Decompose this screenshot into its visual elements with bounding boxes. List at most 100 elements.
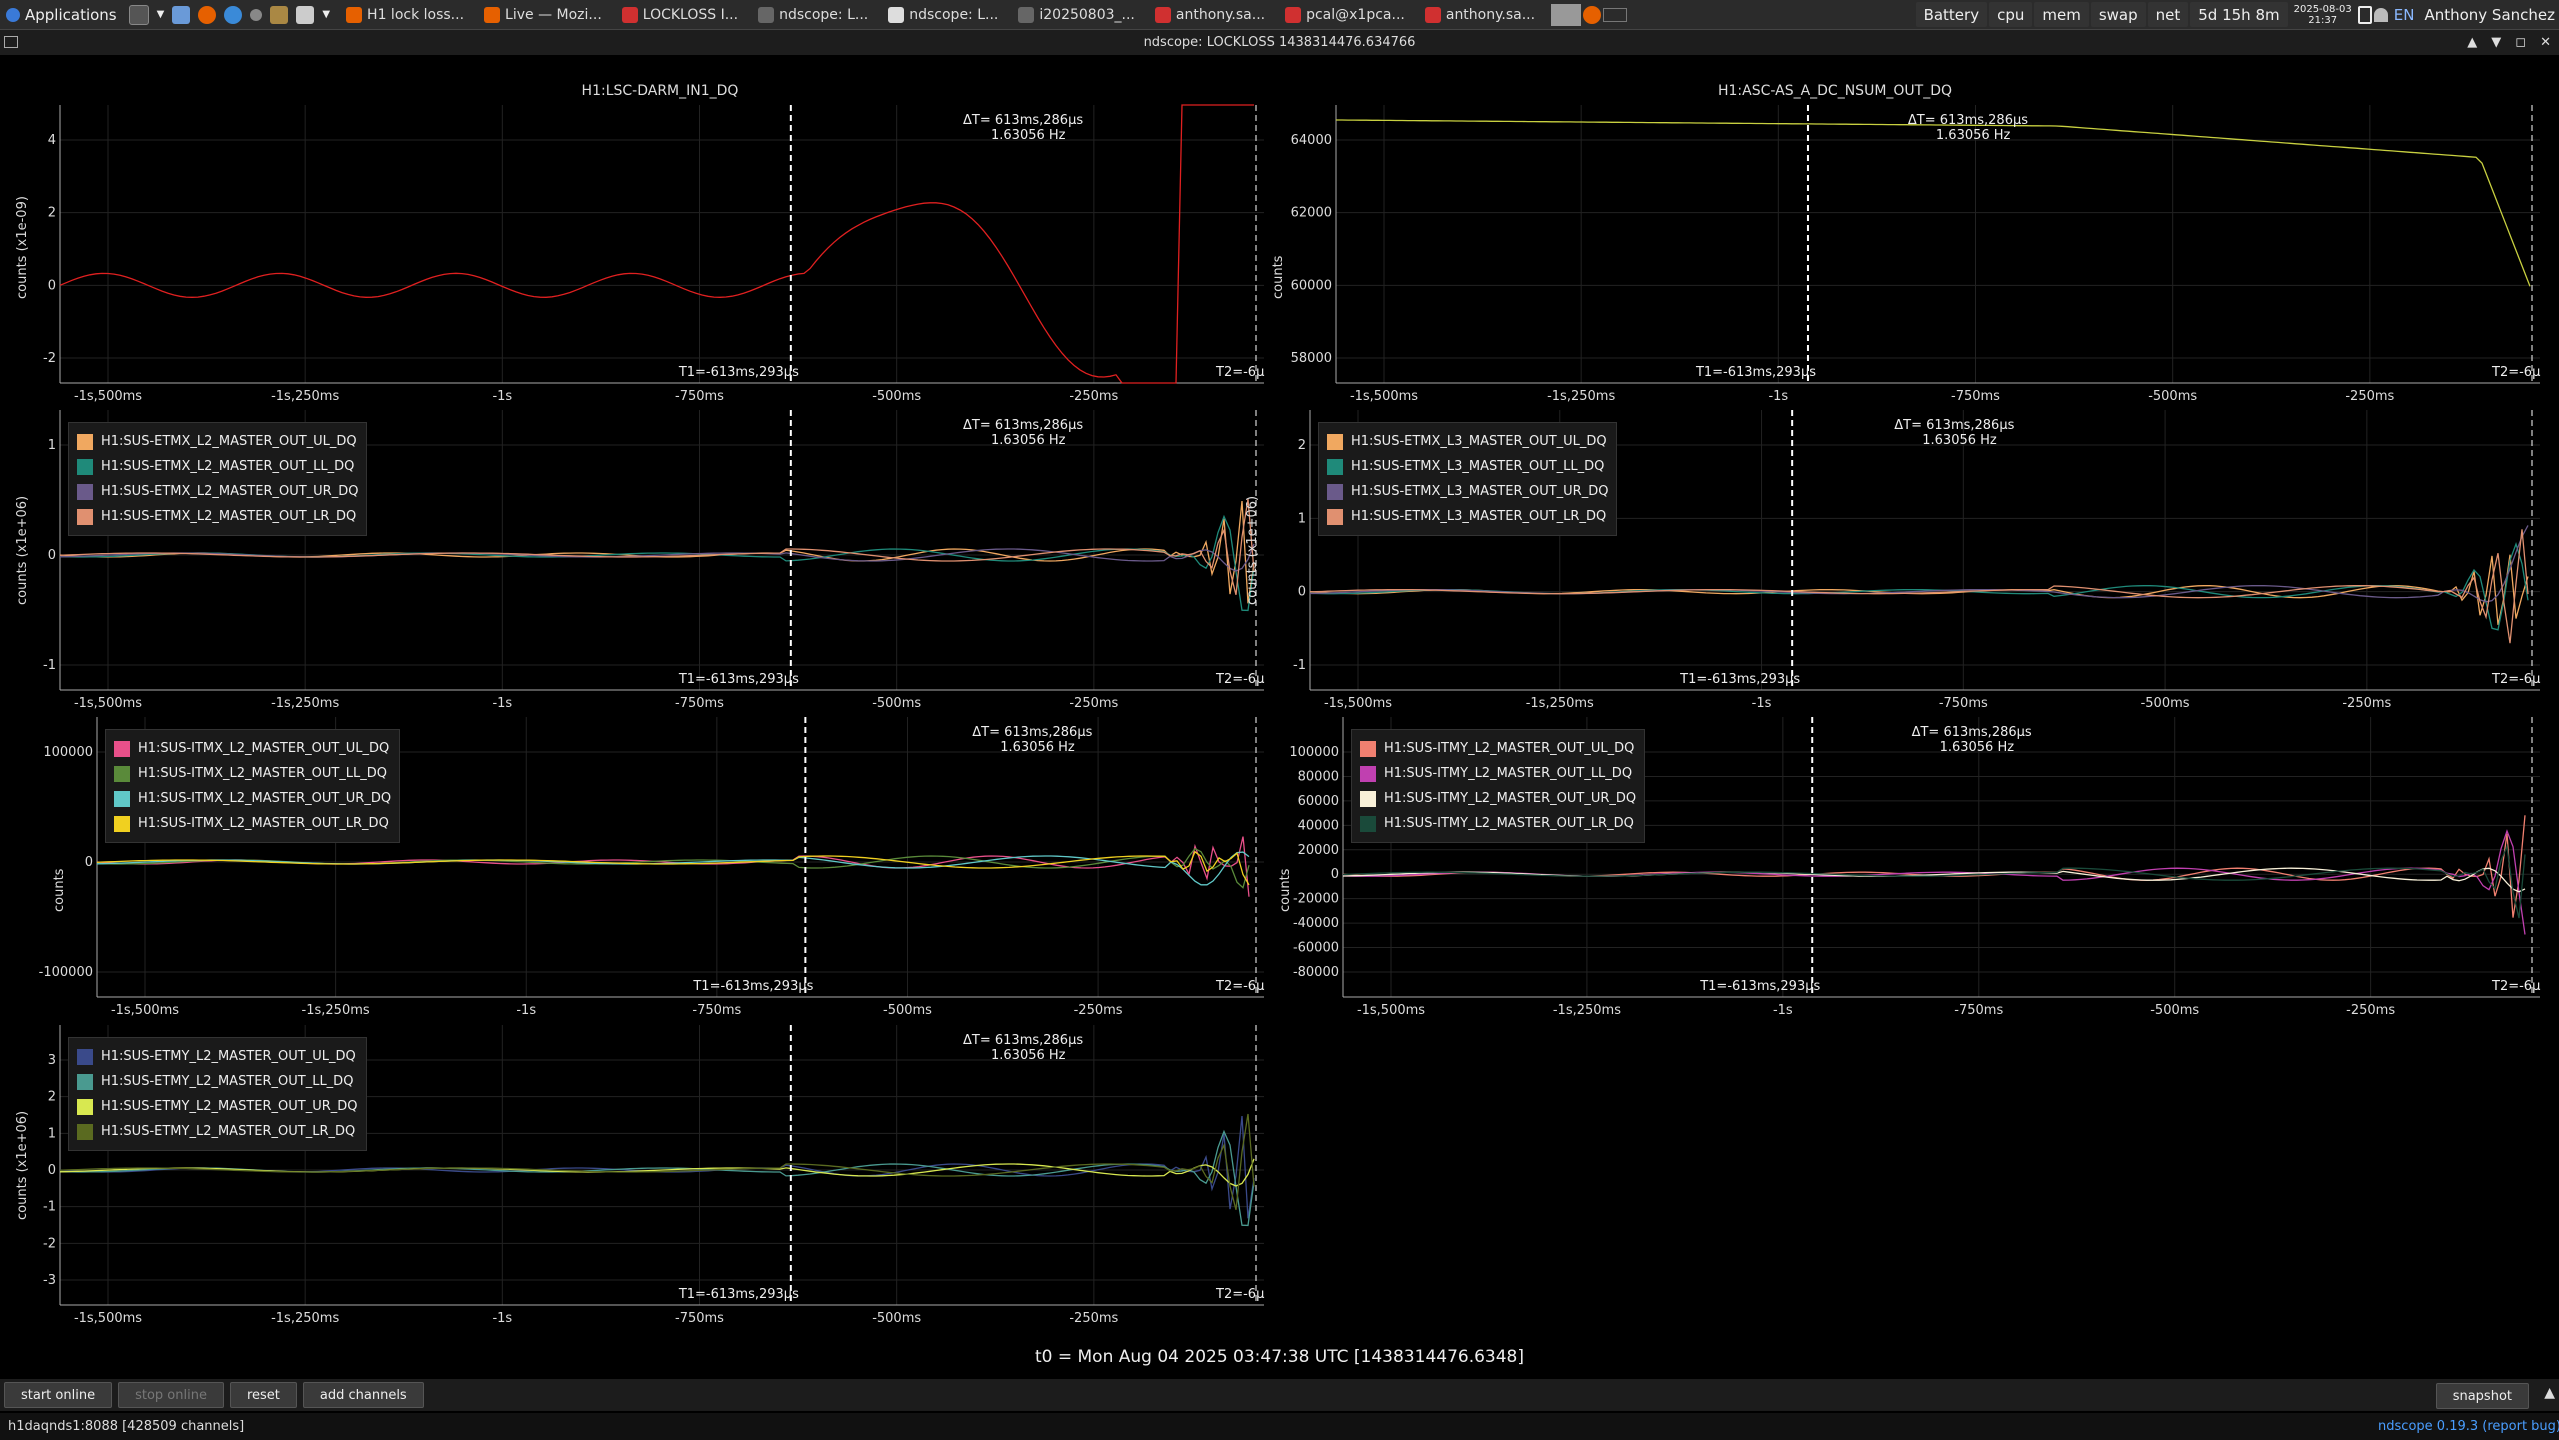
taskbar-task-label: Live — Mozi... <box>505 6 602 23</box>
taskbar-task-label: anthony.sa... <box>1445 6 1536 23</box>
legend-entry[interactable]: H1:SUS-ETMX_L3_MASTER_OUT_LR_DQ <box>1327 504 1608 529</box>
files-icon[interactable] <box>172 5 191 24</box>
battery-monitor[interactable]: Battery <box>1915 2 1988 27</box>
trace-line <box>1342 829 2526 935</box>
legend-entry[interactable]: H1:SUS-ETMX_L3_MASTER_OUT_UL_DQ <box>1327 429 1608 454</box>
legend-entry[interactable]: H1:SUS-ITMX_L2_MASTER_OUT_UL_DQ <box>114 736 391 761</box>
taskbar-task[interactable]: anthony.sa... <box>1145 1 1275 28</box>
cpu-monitor[interactable]: cpu <box>1989 2 2033 27</box>
plot-p5[interactable]: -1s,500ms -1s,250ms -1s -750ms -500ms -250ms 1… <box>39 717 1264 1027</box>
app-icon <box>1154 6 1171 23</box>
taskbar-task[interactable]: Live — Mozi... <box>474 1 612 28</box>
legend-swatch <box>1360 790 1376 807</box>
task-list: H1 lock loss... Live — Mozi... LOCKLOSS I.… <box>336 1 1545 28</box>
legend-entry[interactable]: H1:SUS-ITMY_L2_MASTER_OUT_UL_DQ <box>1360 736 1636 761</box>
clock[interactable]: 2025-08-03 21:37 <box>2290 4 2356 26</box>
settings-icon[interactable] <box>270 5 289 24</box>
legend-entry[interactable]: H1:SUS-ITMY_L2_MASTER_OUT_LL_DQ <box>1360 761 1636 786</box>
start-online-button[interactable]: start online <box>4 1382 113 1408</box>
taskbar-task[interactable]: anthony.sa... <box>1415 1 1545 28</box>
x-tick-label: -750ms <box>1954 1003 2003 1018</box>
power-icon[interactable] <box>2357 5 2372 24</box>
y-tick-label: -1 <box>43 658 56 673</box>
y-tick-label: 0 <box>48 1163 56 1178</box>
plot-p4[interactable]: -1s,500ms -1s,250ms -1s -750ms -500ms -250ms 2… <box>1245 410 2540 720</box>
swap-monitor[interactable]: swap <box>2090 2 2146 27</box>
taskbar-task[interactable]: ndscope: L... <box>878 1 1008 28</box>
plot-p7[interactable]: -1s,500ms -1s,250ms -1s -750ms -500ms -250ms 3… <box>15 1025 1264 1335</box>
x-tick-label: -1s,500ms <box>74 1311 142 1326</box>
legend-entry[interactable]: H1:SUS-ETMY_L2_MASTER_OUT_UL_DQ <box>77 1044 358 1069</box>
reset-button[interactable]: reset <box>229 1382 297 1408</box>
legend-entry[interactable]: H1:SUS-ETMX_L3_MASTER_OUT_LL_DQ <box>1327 454 1608 479</box>
legend-entry[interactable]: H1:SUS-ITMX_L2_MASTER_OUT_LL_DQ <box>114 761 391 786</box>
legend-swatch <box>77 1048 93 1065</box>
plot-p3[interactable]: -1s,500ms -1s,250ms -1s -750ms -500ms -250ms 1… <box>15 410 1264 720</box>
stop-online-button[interactable]: stop online <box>118 1382 224 1408</box>
taskbar-task[interactable]: i20250803_... <box>1008 1 1145 28</box>
legend-entry[interactable]: H1:SUS-ETMX_L2_MASTER_OUT_LL_DQ <box>77 454 358 479</box>
keep-above-icon[interactable]: ▲ <box>2467 35 2477 50</box>
window-menu-icon[interactable] <box>4 36 18 48</box>
plot-p2[interactable]: -1s,500ms -1s,250ms -1s -750ms -500ms -250ms 6… <box>1271 105 2540 413</box>
y-tick-label: 0 <box>48 548 56 563</box>
taskbar-task-label: pcal@x1pca... <box>1306 6 1405 23</box>
legend-entry[interactable]: H1:SUS-ETMX_L2_MASTER_OUT_UL_DQ <box>77 429 358 454</box>
delta-value: 613ms,286µs <box>994 113 1084 128</box>
version-link[interactable]: ndscope 0.19.3 (report bug) <box>2378 1419 2559 1434</box>
user-name[interactable]: Anthony Sanchez <box>2420 6 2559 24</box>
taskbar-task[interactable]: ndscope: L... <box>748 1 878 28</box>
net-monitor[interactable]: net <box>2147 2 2189 27</box>
legend-entry[interactable]: H1:SUS-ETMX_L2_MASTER_OUT_UR_DQ <box>77 479 358 504</box>
desktop-pager[interactable] <box>1545 1 1633 28</box>
mem-monitor[interactable]: mem <box>2034 2 2089 27</box>
x-tick-label: -750ms <box>692 1003 741 1018</box>
taskbar-task[interactable]: pcal@x1pca... <box>1275 1 1415 28</box>
legend-entry[interactable]: H1:SUS-ETMY_L2_MASTER_OUT_LR_DQ <box>77 1119 358 1144</box>
chevron-down-icon[interactable]: ▼ <box>322 9 330 20</box>
legend-entry[interactable]: H1:SUS-ITMX_L2_MASTER_OUT_LR_DQ <box>114 811 391 836</box>
expand-icon[interactable]: ▲ <box>2544 1385 2555 1401</box>
y-tick-label: 0 <box>85 855 93 870</box>
legend-entry[interactable]: H1:SUS-ITMY_L2_MASTER_OUT_LR_DQ <box>1360 811 1636 836</box>
maximize-icon[interactable]: ◻ <box>2515 35 2526 50</box>
keyboard-layout[interactable]: EN <box>2390 6 2419 24</box>
legend-entry[interactable]: H1:SUS-ETMY_L2_MASTER_OUT_UR_DQ <box>77 1094 358 1119</box>
snapshot-button[interactable]: snapshot <box>2435 1383 2529 1409</box>
app-icon <box>888 6 905 23</box>
chevron-down-icon[interactable]: ▼ <box>157 9 165 20</box>
x-tick-label: -1s <box>492 389 512 404</box>
plot-canvas[interactable]: -1s,500ms -1s,250ms -1s -750ms -500ms -250ms 6… <box>1291 105 2540 413</box>
x-tick-label: -1s,250ms <box>1553 1003 1621 1018</box>
legend-entry[interactable]: H1:SUS-ETMX_L2_MASTER_OUT_LR_DQ <box>77 504 358 529</box>
legend-label: H1:SUS-ITMX_L2_MASTER_OUT_UR_DQ <box>138 791 392 806</box>
terminal-icon[interactable] <box>128 4 149 25</box>
network-icon[interactable] <box>2373 7 2388 22</box>
legend-entry[interactable]: H1:SUS-ITMY_L2_MASTER_OUT_UR_DQ <box>1360 786 1636 811</box>
share-icon[interactable] <box>250 8 263 21</box>
add-channels-button[interactable]: add channels <box>302 1382 424 1408</box>
taskbar-task[interactable]: LOCKLOSS I... <box>612 1 748 28</box>
trace-line <box>96 851 1250 886</box>
plot-p1[interactable]: -1s,500ms -1s,250ms -1s -750ms -500ms -250ms 4… <box>15 104 1264 413</box>
legend-entry[interactable]: H1:SUS-ITMX_L2_MASTER_OUT_UR_DQ <box>114 786 391 811</box>
legend-swatch <box>77 483 93 500</box>
y-tick-label: 2 <box>1298 438 1306 453</box>
editor-icon[interactable] <box>296 5 315 24</box>
plot-canvas[interactable]: -1s,500ms -1s,250ms -1s -750ms -500ms -250ms 4… <box>43 104 1264 413</box>
server-status: h1daqnds1:8088 [428509 channels] <box>8 1419 245 1434</box>
taskbar-task[interactable]: H1 lock loss... <box>336 1 474 28</box>
legend-entry[interactable]: H1:SUS-ETMY_L2_MASTER_OUT_LL_DQ <box>77 1069 358 1094</box>
freq-value: 1.63056 Hz <box>991 1048 1066 1063</box>
minimize-icon[interactable]: ▼ <box>2491 35 2501 50</box>
firefox-icon[interactable] <box>198 5 217 24</box>
y-tick-label: 100000 <box>1289 745 1339 760</box>
applications-menu[interactable]: Applications <box>0 1 123 28</box>
chromium-icon[interactable] <box>224 5 243 24</box>
legend-label: H1:SUS-ITMY_L2_MASTER_OUT_UR_DQ <box>1384 791 1637 806</box>
legend-entry[interactable]: H1:SUS-ETMX_L3_MASTER_OUT_UR_DQ <box>1327 479 1608 504</box>
close-icon[interactable]: ✕ <box>2540 35 2551 50</box>
plot-p6[interactable]: -1s,500ms -1s,250ms -1s -750ms -500ms -250ms 1… <box>1278 717 2540 1027</box>
y-tick-label: 20000 <box>1298 843 1339 858</box>
y-tick-label: 0 <box>48 278 56 293</box>
